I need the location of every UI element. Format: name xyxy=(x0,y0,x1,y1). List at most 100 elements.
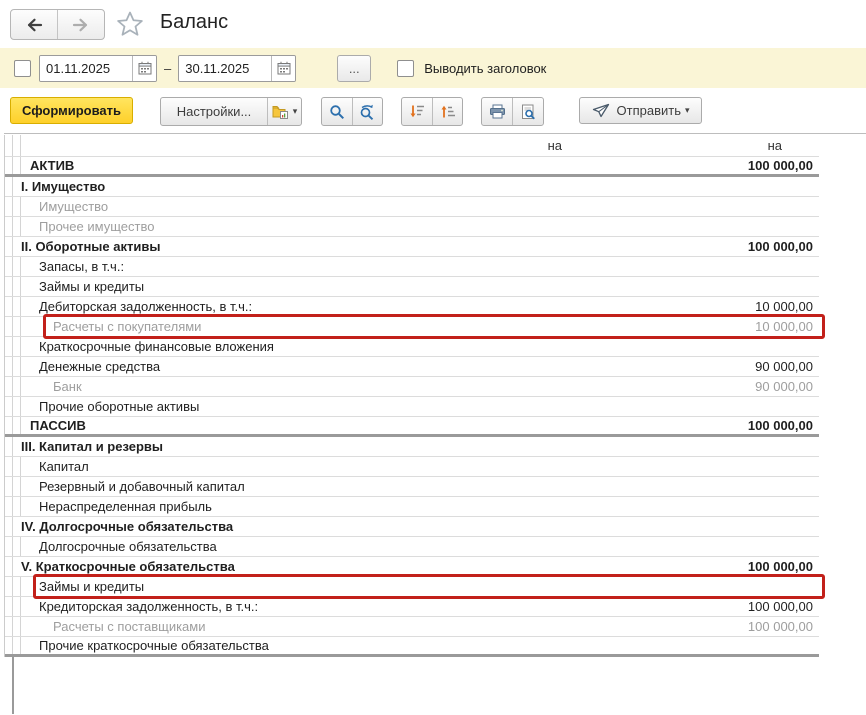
row-stub xyxy=(13,197,21,216)
table-row[interactable]: Капитал xyxy=(5,457,819,477)
row-label: АКТИВ xyxy=(21,158,613,173)
sort-ascending-icon xyxy=(440,104,456,119)
date-from-input[interactable] xyxy=(40,56,132,81)
table-row[interactable]: Расчеты с поставщиками100 000,00 xyxy=(5,617,819,637)
row-label: V. Краткосрочные обязательства xyxy=(21,559,613,574)
row-stub xyxy=(5,297,13,316)
date-range-dash: – xyxy=(164,61,171,76)
row-stub xyxy=(5,217,13,236)
row-stub xyxy=(5,157,13,174)
nav-button-group xyxy=(10,9,105,40)
report-grid: на на АКТИВ100 000,00I. ИмуществоИмущест… xyxy=(4,135,819,657)
row-stub xyxy=(5,597,13,616)
table-row[interactable]: Долгосрочные обязательства xyxy=(5,537,819,557)
search-button[interactable] xyxy=(322,98,352,125)
row-stub xyxy=(13,497,21,516)
row-stub xyxy=(13,337,21,356)
row-label: Долгосрочные обязательства xyxy=(21,539,613,554)
row-stub xyxy=(5,437,13,456)
table-row[interactable]: Денежные средства90 000,00 xyxy=(5,357,819,377)
table-row[interactable]: III. Капитал и резервы xyxy=(5,437,819,457)
date-to-input[interactable] xyxy=(179,56,271,81)
print-button[interactable] xyxy=(482,98,512,125)
row-stub xyxy=(13,357,21,376)
search-next-button[interactable] xyxy=(352,98,382,125)
table-row[interactable]: Нераспределенная прибыль xyxy=(5,497,819,517)
report-variants-button[interactable]: ▾ xyxy=(267,98,301,125)
row-stub xyxy=(5,637,13,654)
column-header-mid: на xyxy=(21,138,566,153)
row-stub xyxy=(5,577,13,596)
send-button[interactable]: Отправить ▾ xyxy=(579,97,702,124)
row-label: III. Капитал и резервы xyxy=(21,439,613,454)
settings-button[interactable]: Настройки... xyxy=(161,98,267,125)
row-stub xyxy=(13,477,21,496)
table-row[interactable]: Прочие оборотные активы xyxy=(5,397,819,417)
table-row[interactable]: ПАССИВ100 000,00 xyxy=(5,417,819,437)
row-stub xyxy=(5,197,13,216)
date-to-field xyxy=(178,55,296,82)
row-value: 90 000,00 xyxy=(613,359,819,374)
row-stub xyxy=(5,557,13,576)
print-preview-button[interactable] xyxy=(512,98,543,125)
calendar-icon[interactable] xyxy=(271,56,295,81)
chevron-down-icon: ▾ xyxy=(293,106,298,117)
row-label: II. Оборотные активы xyxy=(21,239,613,254)
row-stub xyxy=(5,497,13,516)
table-row[interactable]: Запасы, в т.ч.: xyxy=(5,257,819,277)
title-bar: Баланс xyxy=(0,0,866,48)
chevron-down-icon: ▾ xyxy=(685,105,690,116)
report-window: Баланс – ... Выводить заголовок Сформиро… xyxy=(0,0,866,715)
table-row[interactable]: Прочее имущество xyxy=(5,217,819,237)
table-row[interactable]: Расчеты с покупателями10 000,00 xyxy=(5,317,819,337)
settings-button-group: Настройки... ▾ xyxy=(160,97,302,126)
row-label: Дебиторская задолженность, в т.ч.: xyxy=(21,299,613,314)
table-row[interactable]: IV. Долгосрочные обязательства xyxy=(5,517,819,537)
generate-button[interactable]: Сформировать xyxy=(10,97,133,124)
row-label: Краткосрочные финансовые вложения xyxy=(21,339,613,354)
row-stub xyxy=(13,397,21,416)
period-more-button[interactable]: ... xyxy=(337,55,371,82)
row-stub xyxy=(13,437,21,456)
back-button[interactable] xyxy=(11,10,57,39)
table-row[interactable]: Банк90 000,00 xyxy=(5,377,819,397)
search-icon xyxy=(329,104,345,120)
sort-descending-button[interactable] xyxy=(402,98,432,125)
row-label: Кредиторская задолженность, в т.ч.: xyxy=(21,599,613,614)
table-row[interactable]: Кредиторская задолженность, в т.ч.:100 0… xyxy=(5,597,819,617)
row-value: 10 000,00 xyxy=(613,299,819,314)
table-row[interactable]: I. Имущество xyxy=(5,177,819,197)
column-header-row: на на xyxy=(5,135,819,157)
forward-arrow-icon xyxy=(72,17,90,33)
row-label: I. Имущество xyxy=(21,179,613,194)
report-rows: АКТИВ100 000,00I. ИмуществоИмуществоПроч… xyxy=(5,157,819,657)
row-stub xyxy=(5,517,13,536)
sort-descending-icon xyxy=(409,104,425,119)
row-stub xyxy=(5,537,13,556)
row-stub xyxy=(13,637,21,654)
table-row[interactable]: Резервный и добавочный капитал xyxy=(5,477,819,497)
row-value: 100 000,00 xyxy=(613,619,819,634)
table-row[interactable]: Займы и кредиты xyxy=(5,277,819,297)
period-checkbox[interactable] xyxy=(14,60,31,77)
column-header-right: на xyxy=(566,138,786,153)
favorite-star-icon[interactable] xyxy=(113,7,147,41)
table-row[interactable]: Прочие краткосрочные обязательства xyxy=(5,637,819,657)
show-title-checkbox[interactable] xyxy=(397,60,414,77)
table-row[interactable]: Займы и кредиты xyxy=(5,577,819,597)
row-stub xyxy=(5,277,13,296)
table-row[interactable]: V. Краткосрочные обязательства100 000,00 xyxy=(5,557,819,577)
table-row[interactable]: Краткосрочные финансовые вложения xyxy=(5,337,819,357)
calendar-icon[interactable] xyxy=(132,56,156,81)
row-stub xyxy=(13,135,21,156)
row-stub xyxy=(13,377,21,396)
row-stub xyxy=(13,537,21,556)
row-stub xyxy=(13,297,21,316)
table-row[interactable]: II. Оборотные активы100 000,00 xyxy=(5,237,819,257)
forward-button[interactable] xyxy=(57,10,104,39)
sort-ascending-button[interactable] xyxy=(432,98,462,125)
table-row[interactable]: Дебиторская задолженность, в т.ч.:10 000… xyxy=(5,297,819,317)
row-stub xyxy=(5,337,13,356)
table-row[interactable]: АКТИВ100 000,00 xyxy=(5,157,819,177)
table-row[interactable]: Имущество xyxy=(5,197,819,217)
